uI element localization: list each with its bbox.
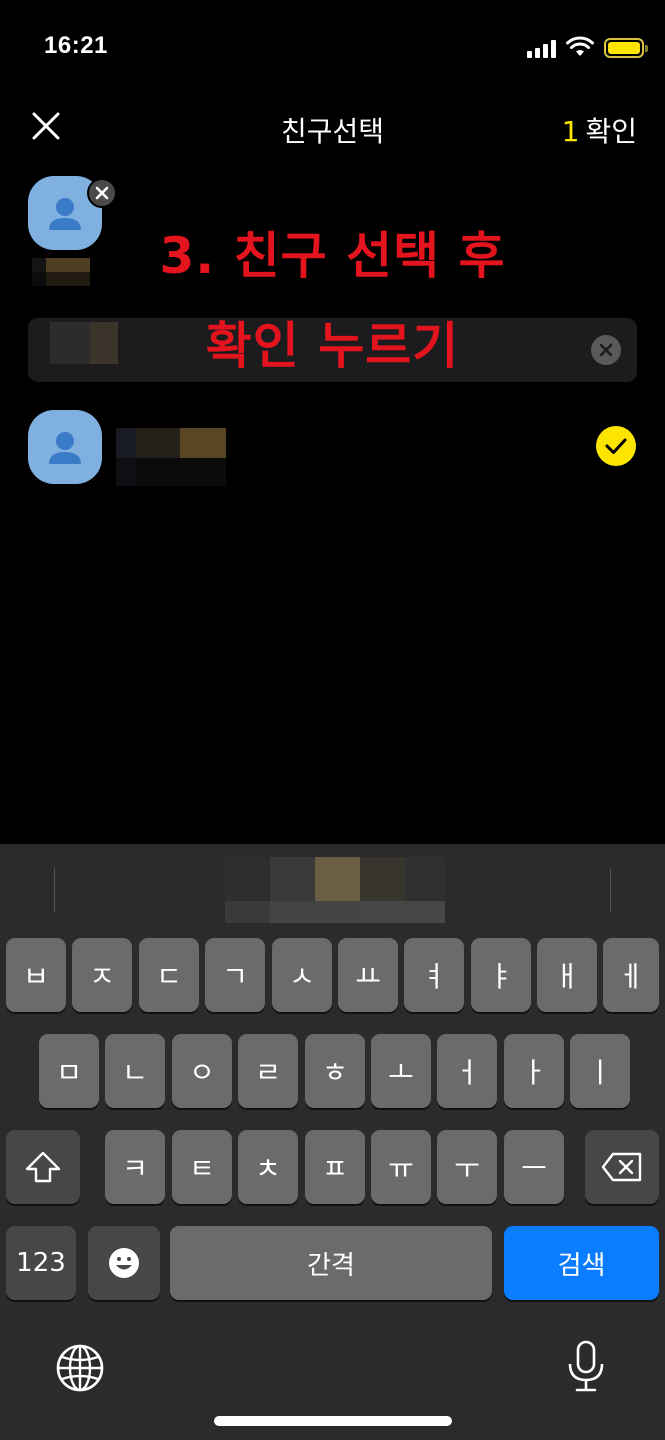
key-digeut[interactable]: ㄷ xyxy=(139,938,199,1012)
key-yu[interactable]: ㅠ xyxy=(371,1130,431,1204)
key-kieuk[interactable]: ㅋ xyxy=(105,1130,165,1204)
key-e[interactable]: ㅔ xyxy=(603,938,659,1012)
globe-icon[interactable] xyxy=(54,1340,106,1396)
key-o[interactable]: ㅗ xyxy=(371,1034,431,1108)
key-ieung[interactable]: ㅇ xyxy=(172,1034,232,1108)
backspace-key[interactable] xyxy=(585,1130,659,1204)
remove-chip-button[interactable] xyxy=(87,178,117,208)
avatar xyxy=(28,410,102,484)
emoji-icon xyxy=(109,1248,139,1278)
key-ya[interactable]: ㅑ xyxy=(471,938,531,1012)
person-icon xyxy=(49,432,81,464)
keyboard: ㅂ ㅈ ㄷ ㄱ ㅅ ㅛ ㅕ ㅑ ㅐ ㅔ ㅁ ㄴ ㅇ ㄹ ㅎ ㅗ ㅓ ㅏ ㅣ ㅋ … xyxy=(0,844,665,1440)
annotation-line-1: 3. 친구 선택 후 xyxy=(159,227,506,285)
search-key[interactable]: 검색 xyxy=(504,1226,659,1300)
key-mieum[interactable]: ㅁ xyxy=(39,1034,99,1108)
key-nieun[interactable]: ㄴ xyxy=(105,1034,165,1108)
key-tieut[interactable]: ㅌ xyxy=(172,1130,232,1204)
numbers-key[interactable]: 123 xyxy=(6,1226,76,1300)
key-u[interactable]: ㅜ xyxy=(437,1130,497,1204)
suggestion-bar[interactable] xyxy=(0,844,665,930)
shift-icon xyxy=(25,1151,61,1183)
emoji-key[interactable] xyxy=(88,1226,160,1300)
confirm-label: 확인 xyxy=(585,115,637,148)
key-siot[interactable]: ㅅ xyxy=(272,938,332,1012)
home-indicator[interactable] xyxy=(214,1416,452,1426)
key-jieut[interactable]: ㅈ xyxy=(72,938,132,1012)
shift-key[interactable] xyxy=(6,1130,80,1204)
selected-count: 1 xyxy=(561,115,580,148)
key-rieul[interactable]: ㄹ xyxy=(238,1034,298,1108)
confirm-button[interactable]: 1 확인 xyxy=(562,110,637,150)
key-i[interactable]: ㅣ xyxy=(570,1034,630,1108)
key-ae[interactable]: ㅐ xyxy=(537,938,597,1012)
key-eu[interactable]: ㅡ xyxy=(504,1130,564,1204)
key-giyeok[interactable]: ㄱ xyxy=(205,938,265,1012)
cellular-signal-icon xyxy=(527,40,557,58)
checkmark-icon[interactable] xyxy=(596,426,636,466)
key-pieup[interactable]: ㅍ xyxy=(305,1130,365,1204)
microphone-icon[interactable] xyxy=(560,1338,612,1394)
friend-list-item[interactable] xyxy=(0,404,665,488)
wifi-icon xyxy=(566,36,594,56)
key-hieut[interactable]: ㅎ xyxy=(305,1034,365,1108)
key-yo[interactable]: ㅛ xyxy=(338,938,398,1012)
battery-icon xyxy=(604,38,648,58)
header: 친구선택 1 확인 xyxy=(0,96,665,160)
key-eo[interactable]: ㅓ xyxy=(437,1034,497,1108)
key-bieup[interactable]: ㅂ xyxy=(6,938,66,1012)
backspace-icon xyxy=(601,1152,642,1182)
annotation-line-2: 확인 누르기 xyxy=(205,317,460,375)
status-time: 16:21 xyxy=(44,32,108,59)
friend-name-redacted xyxy=(116,416,226,486)
key-yeo[interactable]: ㅕ xyxy=(404,938,464,1012)
key-a[interactable]: ㅏ xyxy=(504,1034,564,1108)
key-chieut[interactable]: ㅊ xyxy=(238,1130,298,1204)
suggestion-redacted xyxy=(225,857,445,923)
close-icon xyxy=(95,186,109,200)
space-key[interactable]: 간격 xyxy=(170,1226,492,1300)
status-bar: 16:21 xyxy=(0,0,665,96)
